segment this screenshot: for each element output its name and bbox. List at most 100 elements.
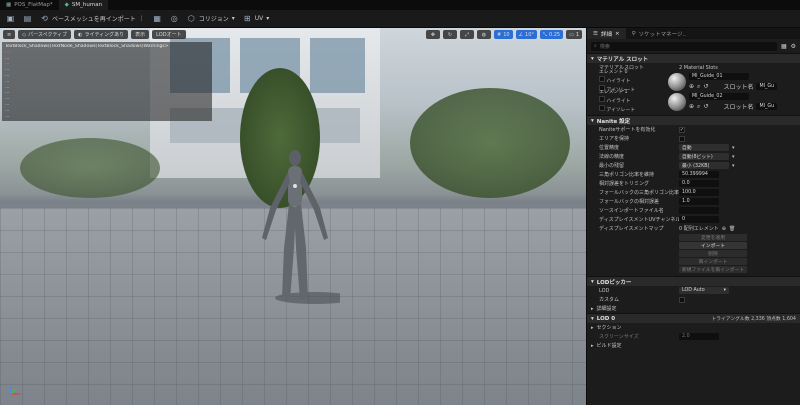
collision-button[interactable]: ⬡ コリジョン ▾: [187, 14, 235, 23]
reimport-button[interactable]: ⟲ ベースメッシュを再インポート ⋮: [40, 14, 145, 23]
screen-size-label: スクリーンサイズ: [599, 334, 639, 340]
nanite-value-text: 0 配列エレメント: [679, 226, 719, 232]
lod0-section[interactable]: ▾ LOD 0 トライアングル数 2,336 頂点数 1,604: [587, 313, 800, 323]
nanite-dropdown[interactable]: 最小 (32KB): [679, 162, 729, 169]
lod0-label: LOD 0: [596, 315, 616, 322]
scale-snap-icon: ⤡: [542, 31, 547, 38]
nanite-value-field[interactable]: 0.0: [679, 180, 719, 187]
nanite-action-button[interactable]: インポート: [679, 242, 747, 249]
show-button[interactable]: 表示: [131, 30, 150, 39]
material-thumbnail[interactable]: [668, 93, 686, 111]
advanced-settings-toggle[interactable]: ▸ 詳細設定: [587, 304, 800, 313]
nanite-value-field[interactable]: 0: [679, 216, 719, 223]
nanite-dropdown[interactable]: 自動(8ビット): [679, 153, 729, 160]
lod-button[interactable]: LODオート: [152, 30, 186, 39]
nanite-setting-row: 位置精度 自動 ▾: [587, 143, 800, 152]
element-1-isolate[interactable]: アイソレート: [599, 105, 665, 114]
reset-icon[interactable]: ↺: [703, 83, 708, 90]
world-icon[interactable]: ◍: [476, 30, 491, 39]
build-settings-toggle[interactable]: ▸ ビルド設定: [587, 341, 800, 350]
rotation-snap-button[interactable]: ∠ 10°: [515, 30, 537, 39]
material-name-field[interactable]: MI_Guide_01: [689, 73, 749, 80]
material-thumbnail[interactable]: [668, 73, 686, 91]
custom-checkbox[interactable]: [679, 296, 685, 303]
camera-speed-button[interactable]: ▭ 1: [566, 30, 582, 39]
nanite-setting-row: ディスプレイスメントマップ 0 配列エレメント ⊕ 🗑: [587, 224, 800, 233]
save-icon[interactable]: ▣: [6, 14, 15, 23]
details-search-row: ⌕ 検索 ▦ ⚙: [587, 39, 800, 53]
gear-icon[interactable]: ⚙: [791, 43, 796, 50]
nanite-value-field[interactable]: [679, 207, 719, 214]
slot-name-field[interactable]: MI_Gu: [756, 83, 778, 90]
grid-snap-button[interactable]: #10: [493, 30, 513, 39]
more-icon: ⋮: [138, 15, 145, 22]
nanite-checkbox[interactable]: ✓: [679, 126, 685, 133]
grid-icon[interactable]: ▦: [153, 14, 162, 23]
highlight-label: ハイライト: [606, 99, 631, 104]
lod-value: LOD Auto: [682, 288, 705, 293]
rotate-icon[interactable]: ↻: [442, 30, 457, 39]
slot-name-field[interactable]: MI_Gu: [756, 103, 778, 110]
lighting-button[interactable]: ◐ ライティングあり: [74, 30, 129, 39]
nanite-value-field[interactable]: 100.0: [679, 189, 719, 196]
sections-toggle[interactable]: ▸ セクション: [587, 323, 800, 332]
nanite-action-button[interactable]: 変更を適用: [679, 234, 747, 241]
element-0-highlight[interactable]: ハイライト: [599, 76, 665, 85]
chevron-down-icon: ▾: [732, 144, 735, 151]
tab-mesh[interactable]: ◆ SM_human: [58, 0, 109, 10]
chevron-right-icon: ▸: [591, 324, 594, 331]
highlight-checkbox[interactable]: [599, 96, 605, 102]
details-search-input[interactable]: ⌕ 検索: [591, 41, 777, 51]
nanite-action-button[interactable]: 再インポート: [679, 258, 747, 265]
material-element-0: エレメント 0 ハイライト アイソレート MI_Guide_01 ⊕ ⌕ ↺ ス…: [587, 70, 800, 93]
reset-icon[interactable]: ↺: [703, 103, 708, 110]
material-slots-section[interactable]: ▾ マテリアル スロット: [587, 53, 800, 63]
viewport-menu-button[interactable]: ≡: [3, 30, 16, 39]
view-icon[interactable]: ◎: [170, 14, 179, 23]
chevron-right-icon: ▸: [591, 342, 594, 349]
use-selected-icon[interactable]: ⊕: [689, 103, 694, 110]
tab-details[interactable]: ☰ 詳細 ×: [587, 28, 626, 39]
nanite-action-button[interactable]: 新規ファイルを再インポート: [679, 266, 747, 273]
add-element-icon[interactable]: ⊕: [722, 226, 726, 232]
grid-view-icon[interactable]: ▦: [781, 43, 787, 50]
scale-snap-button[interactable]: ⤡ 0.25: [539, 30, 564, 39]
close-icon[interactable]: ×: [615, 31, 620, 37]
material-name-field[interactable]: MI_Guide_02: [689, 93, 749, 100]
chevron-right-icon: ▸: [591, 305, 594, 312]
nanite-checkbox[interactable]: [679, 135, 685, 142]
mesh-viewport[interactable]: ≡ ◇ パースペクティブ ◐ ライティングあり 表示 LODオート ✥ ↻ ⤢ …: [0, 28, 586, 405]
perspective-button[interactable]: ◇ パースペクティブ: [18, 30, 72, 39]
camera-speed-value: 1: [575, 31, 579, 38]
element-1-controls: MI_Guide_02 ⊕ ⌕ ↺ スロット名 MI_Gu: [689, 93, 778, 111]
lod-dropdown[interactable]: LOD Auto ▾: [679, 287, 729, 294]
isolate-checkbox[interactable]: [599, 105, 605, 111]
browse-icon[interactable]: ⌕: [697, 103, 700, 111]
nanite-value-field[interactable]: 50.399994: [679, 171, 719, 178]
nanite-setting-row: フォールバックの相対誤差 1.0: [587, 197, 800, 206]
nanite-dropdown[interactable]: 自動: [679, 144, 729, 151]
details-icon: ☰: [593, 30, 598, 37]
nanite-action-button[interactable]: 削除: [679, 250, 747, 257]
tab-mesh-label: SM_human: [71, 2, 103, 8]
nanite-setting-row: 法線の精度 自動(8ビット) ▾: [587, 152, 800, 161]
nanite-settings-section[interactable]: ▾ Nanite 設定: [587, 115, 800, 125]
use-selected-icon[interactable]: ⊕: [689, 83, 694, 90]
screen-size-field[interactable]: 2.0: [679, 333, 719, 340]
element-1-highlight[interactable]: ハイライト: [599, 96, 665, 105]
element-1-labels: エレメント 1 ハイライト アイソレート: [599, 90, 665, 114]
highlight-checkbox[interactable]: [599, 76, 605, 82]
nanite-setting-row: ディスプレイスメントUVチャンネル 0: [587, 215, 800, 224]
search-placeholder: 検索: [599, 43, 610, 50]
nanite-value-field[interactable]: 1.0: [679, 198, 719, 205]
tab-socket-manager[interactable]: ⚲ ソケットマネージ..: [626, 28, 692, 39]
browse-icon[interactable]: ▤: [23, 14, 32, 23]
transform-icon[interactable]: ✥: [425, 30, 440, 39]
nanite-setting-label: ソースインポートファイル名: [599, 208, 664, 214]
tab-map[interactable]: ▦ POS_FlatMap*: [0, 0, 59, 10]
uv-button[interactable]: ⊞ UV ▾: [243, 14, 269, 23]
lod-picker-section[interactable]: ▾ LODピッカー: [587, 276, 800, 286]
browse-icon[interactable]: ⌕: [697, 83, 700, 91]
scale-icon[interactable]: ⤢: [459, 30, 474, 39]
delete-icon[interactable]: 🗑: [729, 226, 735, 232]
